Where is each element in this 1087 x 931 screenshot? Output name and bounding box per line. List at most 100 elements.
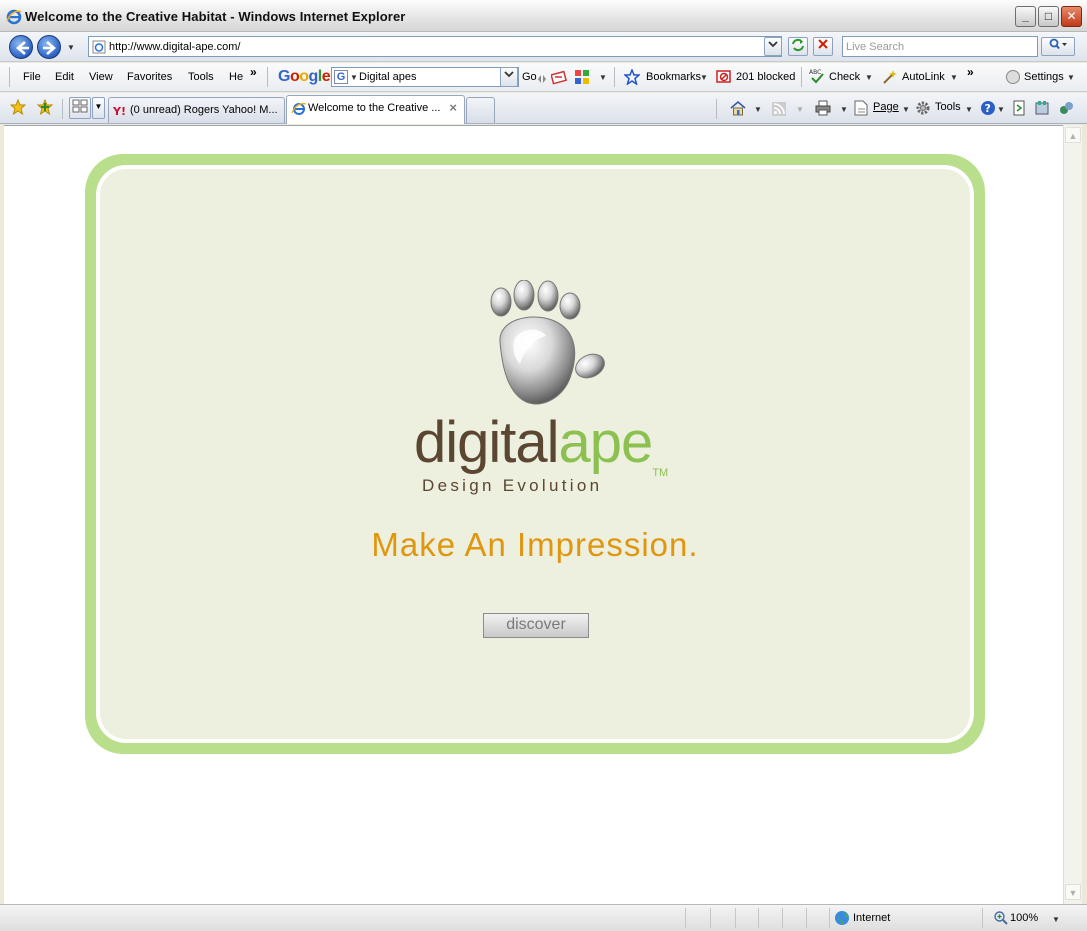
- autolink-button[interactable]: AutoLink: [902, 71, 945, 83]
- search-button[interactable]: [1041, 37, 1075, 56]
- chevron-down-icon[interactable]: ▼: [599, 73, 607, 82]
- search-type-dropdown-icon[interactable]: ▼: [350, 73, 358, 82]
- search-icon: [1049, 38, 1067, 50]
- yahoo-y-icon: Y!: [113, 105, 126, 118]
- settings-circle-icon[interactable]: [1005, 69, 1021, 85]
- favorites-star-icon[interactable]: [10, 99, 26, 115]
- chevron-down-icon[interactable]: ▼: [840, 105, 848, 114]
- address-dropdown-button[interactable]: [764, 37, 782, 56]
- tab-label: (0 unread) Rogers Yahoo! M...: [130, 104, 278, 116]
- chevron-down-icon[interactable]: ▼: [700, 73, 708, 82]
- page-menu-button[interactable]: Page: [873, 101, 899, 113]
- help-icon[interactable]: ?: [980, 100, 996, 116]
- address-input[interactable]: [109, 39, 759, 54]
- google-g-icon[interactable]: G: [334, 70, 348, 84]
- new-tab-button[interactable]: [466, 97, 495, 123]
- minimize-button[interactable]: _: [1015, 6, 1036, 27]
- google-search-dropdown-button[interactable]: [500, 67, 518, 87]
- spellcheck-icon[interactable]: ABC: [809, 68, 825, 84]
- google-search-input[interactable]: [359, 70, 499, 84]
- chevron-down-icon[interactable]: ▼: [754, 105, 762, 114]
- scroll-up-arrow-icon[interactable]: ▲: [1065, 127, 1081, 143]
- tools-menu-button[interactable]: Tools: [935, 101, 961, 113]
- print-icon[interactable]: [815, 100, 831, 116]
- status-divider: [829, 908, 830, 928]
- quick-tabs-button[interactable]: [69, 97, 91, 119]
- autolink-wand-icon[interactable]: [882, 69, 898, 85]
- forward-arrow-icon: [43, 41, 56, 55]
- brand-tagline: Design Evolution: [422, 476, 603, 495]
- chevron-down-icon[interactable]: ▼: [902, 105, 910, 114]
- menu-tools[interactable]: Tools: [188, 71, 214, 83]
- google-logo[interactable]: Google: [278, 68, 331, 86]
- popup-blocker-icon[interactable]: [716, 69, 732, 85]
- status-divider: [782, 908, 783, 928]
- maximize-button[interactable]: □: [1038, 6, 1059, 27]
- google-settings-button[interactable]: Settings: [1024, 71, 1064, 83]
- window-title: Welcome to the Creative Habitat - Window…: [25, 9, 406, 24]
- messenger-icon[interactable]: [1034, 100, 1050, 116]
- google-search-box[interactable]: G ▼: [331, 67, 519, 87]
- research-icon[interactable]: [1011, 100, 1027, 116]
- quick-tabs-grid-icon: [72, 99, 88, 113]
- forward-button[interactable]: [37, 35, 61, 59]
- add-favorite-icon[interactable]: [37, 99, 53, 115]
- page-icon[interactable]: [853, 100, 869, 116]
- menu-edit[interactable]: Edit: [55, 71, 74, 83]
- toolbar-separator: [267, 67, 268, 87]
- vertical-scrollbar[interactable]: ▲ ▼: [1063, 125, 1082, 904]
- toolbar-separator: [614, 67, 615, 87]
- refresh-button[interactable]: [788, 37, 808, 56]
- close-tab-icon[interactable]: ×: [449, 100, 457, 115]
- onenote-icon[interactable]: [1058, 100, 1074, 116]
- popups-blocked-count[interactable]: 201 blocked: [736, 71, 795, 83]
- toolbar-separator: [62, 99, 63, 119]
- toolbar-separator: [801, 67, 802, 87]
- refresh-icon: [792, 38, 804, 52]
- spellcheck-button[interactable]: Check: [829, 71, 860, 83]
- home-icon[interactable]: [730, 100, 746, 116]
- close-window-button[interactable]: ✕: [1061, 6, 1082, 27]
- menu-overflow-chevron[interactable]: »: [250, 65, 257, 79]
- bookmarks-button[interactable]: Bookmarks: [646, 71, 701, 83]
- address-bar[interactable]: [88, 36, 782, 57]
- chevron-down-icon[interactable]: ▼: [965, 105, 973, 114]
- brand-ape: ape: [558, 410, 654, 475]
- live-search-box[interactable]: [842, 36, 1038, 57]
- menu-view[interactable]: View: [89, 71, 113, 83]
- arrows-icon[interactable]: [537, 71, 547, 87]
- back-arrow-icon: [16, 41, 29, 55]
- pagerank-icon[interactable]: [551, 69, 567, 85]
- menu-help[interactable]: He: [229, 71, 243, 83]
- discover-button[interactable]: discover: [483, 613, 589, 638]
- scroll-down-arrow-icon[interactable]: ▼: [1065, 884, 1081, 900]
- puzzle-icon[interactable]: [574, 69, 590, 85]
- toolbar-overflow-chevron[interactable]: »: [967, 65, 974, 79]
- stop-button[interactable]: [813, 37, 833, 56]
- security-zone-label[interactable]: Internet: [853, 912, 890, 924]
- menu-favorites[interactable]: Favorites: [127, 71, 172, 83]
- rss-feed-icon[interactable]: [771, 101, 787, 117]
- ie-page-icon: [291, 102, 307, 115]
- google-logo-letter: G: [278, 68, 290, 85]
- back-button[interactable]: [9, 35, 33, 59]
- menu-file[interactable]: File: [23, 71, 41, 83]
- tools-gear-icon[interactable]: [915, 100, 931, 116]
- tab-rogers-yahoo-mail[interactable]: Y! (0 unread) Rogers Yahoo! M...: [108, 97, 285, 123]
- history-dropdown-icon[interactable]: ▼: [67, 43, 75, 52]
- zoom-dropdown-icon[interactable]: ▼: [1052, 915, 1060, 924]
- bookmarks-star-icon[interactable]: [624, 69, 640, 85]
- zoom-level[interactable]: 100%: [1010, 912, 1038, 924]
- chevron-down-icon[interactable]: ▼: [950, 73, 958, 82]
- chevron-down-icon[interactable]: ▼: [1067, 73, 1075, 82]
- chevron-down-icon: ▼: [94, 102, 103, 111]
- tab-welcome-creative-habitat[interactable]: Welcome to the Creative ... ×: [286, 95, 465, 124]
- tab-list-dropdown-button[interactable]: ▼: [92, 97, 105, 119]
- live-search-input[interactable]: [846, 39, 1032, 54]
- chevron-down-icon[interactable]: ▼: [865, 73, 873, 82]
- chevron-down-icon[interactable]: ▼: [997, 105, 1005, 114]
- google-go-button[interactable]: Go: [522, 71, 537, 83]
- zoom-magnifier-icon[interactable]: [993, 910, 1009, 926]
- svg-text:Y!: Y!: [113, 105, 126, 118]
- chevron-down-icon: ▼: [796, 105, 804, 114]
